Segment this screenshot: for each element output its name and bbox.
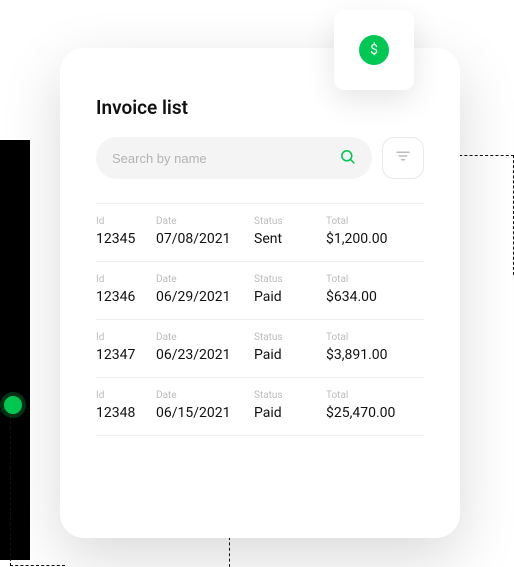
cell-date: 06/29/2021 [156,289,254,305]
col-date-label: Date [156,390,254,401]
search-input[interactable] [112,151,339,166]
filter-icon [394,147,412,169]
cell-id: 12347 [96,347,156,363]
cell-id: 12345 [96,231,156,247]
cell-date: 07/08/2021 [156,231,254,247]
search-box[interactable] [96,137,372,179]
col-status-label: Status [254,332,326,343]
cell-total: $25,470.00 [326,405,424,421]
invoice-card: Invoice list Id12345 Date0 [60,48,460,538]
table-row[interactable]: Id 12348 Date 06/15/2021 Status Paid Total $… [96,378,424,436]
cell-total: $634.00 [326,289,424,305]
cell-status: Paid [254,347,326,363]
cell-id: 12348 [96,405,156,421]
dashed-connector-bottom [110,537,230,567]
col-id-label: Id [96,390,156,401]
col-id-label: Id [96,332,156,343]
col-total-label: Total [326,274,424,285]
cell-date: 06/15/2021 [156,405,254,421]
table-row[interactable]: Id 12345 Date 07/08/2021 Status Sent Total $… [96,204,424,262]
dashed-connector-left [10,416,65,566]
table-row[interactable]: Id 12347 Date 06/23/2021 Status Paid Total $… [96,320,424,378]
col-total-label: Total [326,216,424,227]
col-total-label: Total [326,332,424,343]
cell-date: 06/23/2021 [156,347,254,363]
filter-button[interactable] [382,137,424,179]
invoice-table: Id 12345 Date 07/08/2021 Status Sent Total $… [96,203,424,436]
cell-status: Paid [254,405,326,421]
dashed-connector-right [454,155,514,275]
col-total-label: Total [326,390,424,401]
dollar-sign: $ [370,42,378,58]
table-row[interactable]: Id 12346 Date 06/29/2021 Status Paid Total $… [96,262,424,320]
col-status-label: Status [254,274,326,285]
col-date-label: Date [156,332,254,343]
search-row [96,137,424,179]
search-icon[interactable] [339,148,356,169]
cell-total: $3,891.00 [326,347,424,363]
dollar-badge: $ [334,10,414,90]
col-date-label: Date [156,216,254,227]
col-id-label: Id [96,274,156,285]
dollar-icon: $ [359,35,389,65]
cell-total: $1,200.00 [326,231,424,247]
connector-dot [4,396,22,414]
cell-status: Paid [254,289,326,305]
page-title: Invoice list [96,96,424,119]
col-status-label: Status [254,390,326,401]
col-status-label: Status [254,216,326,227]
cell-status: Sent [254,231,326,247]
col-id-label: Id [96,216,156,227]
cell-id: 12346 [96,289,156,305]
col-date-label: Date [156,274,254,285]
